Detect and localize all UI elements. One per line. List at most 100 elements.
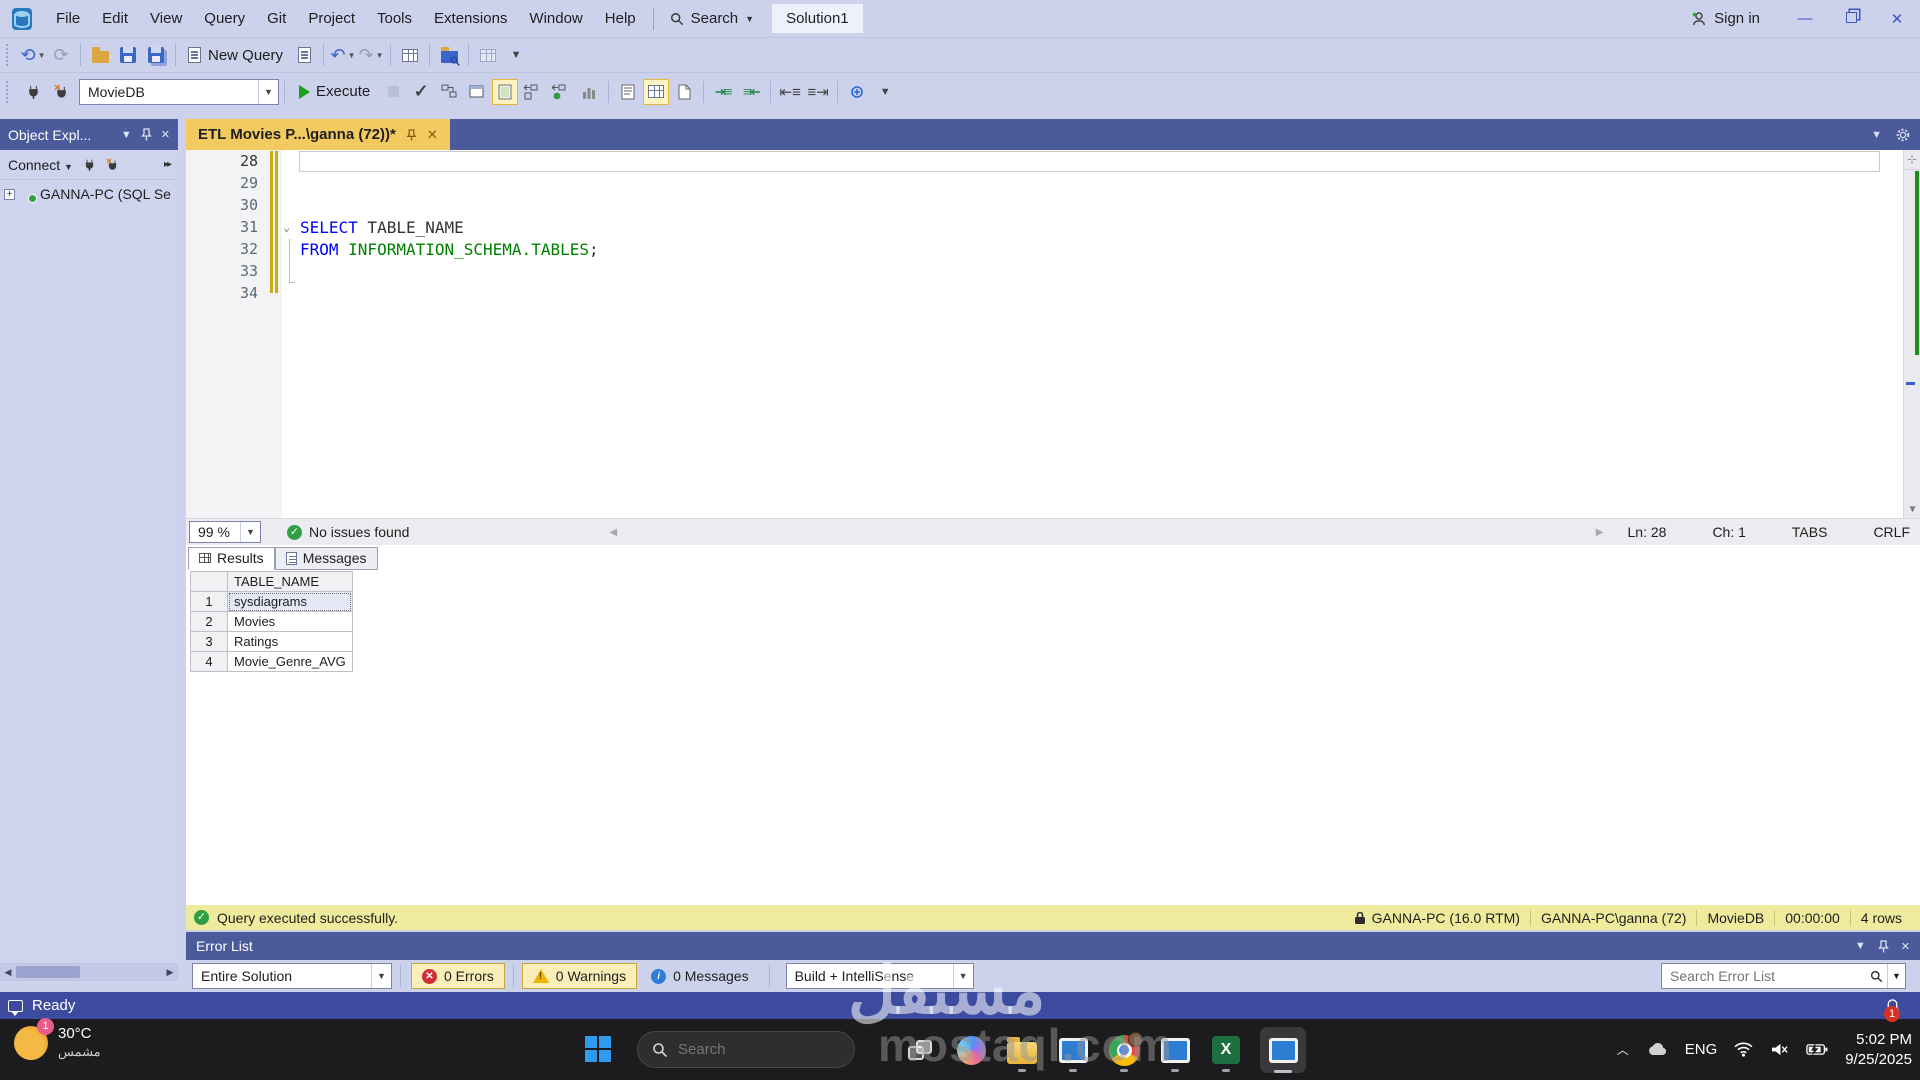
hscroll-right-icon[interactable]: ▶ bbox=[1596, 527, 1604, 538]
chevron-down-icon[interactable]: ▼ bbox=[1887, 964, 1905, 988]
close-button[interactable]: ✕ bbox=[1874, 10, 1920, 28]
menu-git[interactable]: Git bbox=[256, 5, 297, 32]
undo-button[interactable]: ↶▼ bbox=[330, 42, 356, 68]
feedback-icon[interactable] bbox=[8, 1000, 23, 1012]
uncomment-button[interactable]: ≡⇤ bbox=[738, 79, 764, 105]
close-icon[interactable]: ✕ bbox=[427, 127, 438, 143]
code-fold-icon[interactable]: ⌄ bbox=[283, 220, 290, 234]
pin-icon[interactable] bbox=[141, 128, 152, 141]
row-number-cell[interactable]: 3 bbox=[191, 632, 228, 652]
chevron-down-icon[interactable]: ▼ bbox=[121, 129, 132, 141]
taskbar-search-input[interactable] bbox=[678, 1041, 818, 1058]
close-icon[interactable]: ✕ bbox=[1901, 940, 1910, 953]
error-list-header[interactable]: Error List ▼ ✕ bbox=[186, 932, 1920, 960]
menu-window[interactable]: Window bbox=[518, 5, 593, 32]
intellisense-toggle-button[interactable] bbox=[492, 79, 518, 105]
connect-plug-icon[interactable] bbox=[83, 158, 96, 171]
solution-selector[interactable]: Solution1 bbox=[772, 4, 863, 33]
connect-dropdown[interactable]: Connect ▼ bbox=[8, 157, 73, 173]
toolbar-overflow-button[interactable]: ▼ bbox=[503, 42, 529, 68]
menu-edit[interactable]: Edit bbox=[91, 5, 139, 32]
language-indicator[interactable]: ENG bbox=[1685, 1041, 1718, 1058]
wifi-icon[interactable] bbox=[1734, 1042, 1753, 1057]
tab-messages[interactable]: Messages bbox=[275, 547, 378, 570]
messages-filter-button[interactable]: i 0 Messages bbox=[641, 963, 758, 989]
comment-button[interactable]: ⇥≡ bbox=[710, 79, 736, 105]
ssms-taskbar-button[interactable] bbox=[1260, 1027, 1306, 1073]
editor-vscrollbar[interactable]: ⊹ ▼ bbox=[1903, 150, 1920, 518]
registered-servers-button[interactable] bbox=[475, 42, 501, 68]
new-query-button[interactable]: New Query bbox=[182, 42, 289, 68]
tab-results[interactable]: Results bbox=[188, 547, 275, 570]
activity-monitor-button[interactable] bbox=[397, 42, 423, 68]
tray-overflow-icon[interactable]: ︿ bbox=[1617, 1041, 1629, 1058]
scrollbar-options-icon[interactable]: ⊹ bbox=[1904, 150, 1920, 170]
pin-icon[interactable] bbox=[406, 129, 417, 141]
execute-button[interactable]: Execute bbox=[291, 79, 378, 105]
corner-cell[interactable] bbox=[191, 572, 228, 592]
menu-extensions[interactable]: Extensions bbox=[423, 5, 518, 32]
menu-view[interactable]: View bbox=[139, 5, 193, 32]
volume-muted-icon[interactable] bbox=[1770, 1042, 1789, 1057]
increase-indent-button[interactable]: ≡⇥ bbox=[805, 79, 831, 105]
cell-value[interactable]: sysdiagrams bbox=[228, 592, 353, 612]
estimated-plan-button[interactable] bbox=[436, 79, 462, 105]
excel-button[interactable]: X bbox=[1209, 1030, 1243, 1070]
menu-help[interactable]: Help bbox=[594, 5, 647, 32]
toolbar-grip[interactable] bbox=[6, 81, 14, 103]
active-files-dropdown-icon[interactable]: ▼ bbox=[1871, 129, 1882, 141]
include-actual-plan-button[interactable] bbox=[520, 79, 546, 105]
copilot-button[interactable] bbox=[954, 1030, 988, 1070]
save-button[interactable] bbox=[115, 42, 141, 68]
taskbar-search[interactable] bbox=[637, 1031, 855, 1068]
errors-filter-button[interactable]: ✕ 0 Errors bbox=[411, 963, 505, 989]
open-query-button[interactable] bbox=[291, 42, 317, 68]
navigate-back-button[interactable]: ⟲▼ bbox=[20, 42, 46, 68]
save-all-button[interactable] bbox=[143, 42, 169, 68]
chrome-button[interactable] bbox=[1107, 1030, 1141, 1070]
object-explorer-hscrollbar[interactable]: ◀ ▶ bbox=[0, 963, 178, 981]
find-in-files-button[interactable] bbox=[436, 42, 462, 68]
cancel-query-button[interactable] bbox=[380, 79, 406, 105]
battery-icon[interactable] bbox=[1806, 1043, 1828, 1056]
error-scope-selector[interactable]: Entire Solution ▼ bbox=[192, 963, 392, 989]
menu-file[interactable]: File bbox=[45, 5, 91, 32]
build-intellisense-selector[interactable]: Build + IntelliSense ▼ bbox=[786, 963, 974, 989]
task-view-button[interactable] bbox=[903, 1030, 937, 1070]
app-window-button[interactable] bbox=[1056, 1030, 1090, 1070]
sign-in-button[interactable]: Sign in bbox=[1677, 10, 1774, 27]
scroll-left-icon[interactable]: ◀ bbox=[0, 967, 16, 978]
chevron-down-icon[interactable]: ▼ bbox=[1855, 940, 1866, 952]
hscroll-left-icon[interactable]: ◀ bbox=[609, 527, 617, 538]
warnings-filter-button[interactable]: 0 Warnings bbox=[522, 963, 637, 989]
results-to-text-button[interactable] bbox=[615, 79, 641, 105]
menu-search[interactable]: Search ▼ bbox=[660, 5, 764, 32]
connect-button[interactable] bbox=[20, 79, 46, 105]
redo-button[interactable]: ↷▼ bbox=[358, 42, 384, 68]
toolbar-overflow-icon[interactable]: ▸▸ bbox=[164, 159, 170, 170]
disconnect-button[interactable] bbox=[48, 79, 74, 105]
client-statistics-button[interactable] bbox=[576, 79, 602, 105]
specify-values-button[interactable] bbox=[844, 79, 870, 105]
navigate-forward-button[interactable]: ⟳ bbox=[48, 42, 74, 68]
gear-icon[interactable] bbox=[1896, 128, 1910, 142]
query-options-button[interactable] bbox=[464, 79, 490, 105]
scroll-right-icon[interactable]: ▶ bbox=[162, 967, 178, 978]
query-document-tab[interactable]: ETL Movies P...\ganna (72))* ✕ bbox=[186, 119, 450, 150]
scrollbar-thumb[interactable] bbox=[16, 966, 80, 978]
sql-code-editor[interactable]: 28 29 30 31 SELECT TABLE_NAME 32 FROM IN… bbox=[186, 150, 1920, 518]
object-explorer-header[interactable]: Object Expl... ▼ ✕ bbox=[0, 119, 178, 150]
file-explorer-button[interactable] bbox=[1005, 1030, 1039, 1070]
cell-value[interactable]: Ratings bbox=[228, 632, 353, 652]
restore-button[interactable] bbox=[1828, 10, 1874, 27]
onedrive-cloud-icon[interactable] bbox=[1646, 1042, 1668, 1057]
menu-project[interactable]: Project bbox=[297, 5, 366, 32]
parse-button[interactable]: ✓ bbox=[408, 79, 434, 105]
server-tree-node[interactable]: + GANNA-PC (SQL Se bbox=[0, 180, 178, 208]
cell-value[interactable]: Movies bbox=[228, 612, 353, 632]
menu-tools[interactable]: Tools bbox=[366, 5, 423, 32]
error-list-search[interactable]: ▼ bbox=[1661, 963, 1906, 989]
open-file-button[interactable] bbox=[87, 42, 113, 68]
disconnect-plug-icon[interactable] bbox=[106, 158, 119, 171]
pin-icon[interactable] bbox=[1878, 940, 1889, 953]
